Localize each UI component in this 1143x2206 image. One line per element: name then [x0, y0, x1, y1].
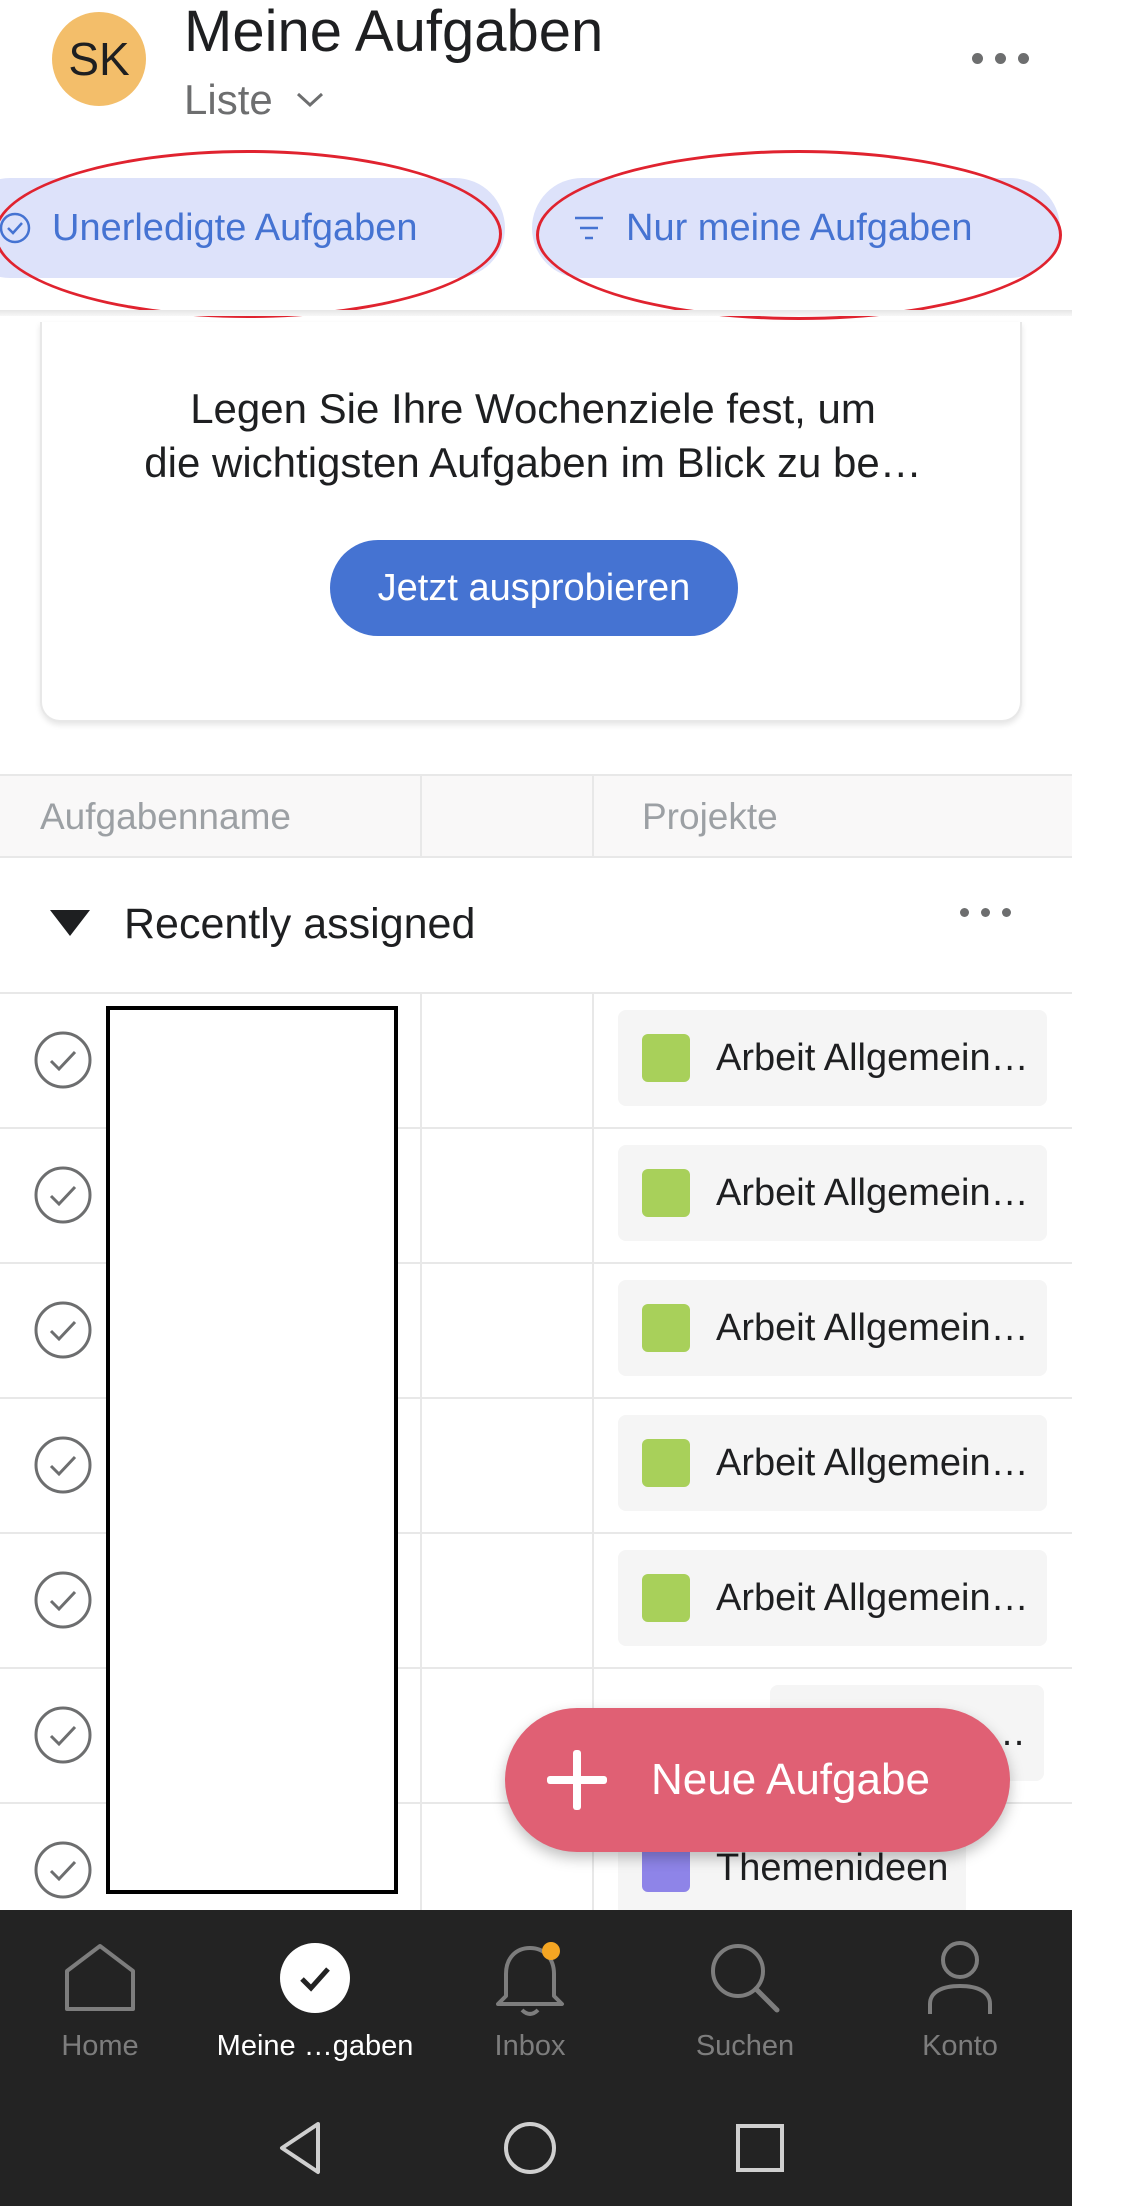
dot: [960, 908, 969, 917]
bell-icon: [488, 1936, 572, 2020]
nav-tab-inbox[interactable]: Inbox: [430, 1936, 630, 2063]
divider: [0, 310, 1072, 316]
nav-tab-account[interactable]: Konto: [860, 1936, 1060, 2063]
view-label: Liste: [184, 76, 273, 123]
nav-tab-search[interactable]: Suchen: [645, 1936, 845, 2063]
try-now-button[interactable]: Jetzt ausprobieren: [330, 540, 738, 636]
collapse-triangle-icon[interactable]: [50, 910, 90, 936]
complete-check-icon[interactable]: [33, 1030, 93, 1090]
nav-tab-label: Home: [61, 2030, 139, 2062]
column-header-projects[interactable]: Projekte: [642, 796, 778, 838]
nav-tab-my-tasks[interactable]: Meine …gaben: [215, 1936, 415, 2063]
app-screen: SK Meine Aufgaben Liste Unerledigte Aufg…: [0, 0, 1072, 2206]
plus-icon: [547, 1750, 607, 1810]
nav-tab-label: Suchen: [695, 2030, 795, 2062]
filter-icon: [572, 211, 606, 245]
dot: [1017, 52, 1029, 64]
project-tag[interactable]: Arbeit Allgemein…: [618, 1145, 1047, 1241]
avatar[interactable]: SK: [52, 12, 146, 106]
column-divider: [420, 776, 422, 858]
view-switcher[interactable]: Liste: [184, 76, 325, 124]
new-task-label: Neue Aufgabe: [651, 1755, 930, 1804]
complete-check-icon[interactable]: [33, 1840, 93, 1900]
project-color-swatch: [642, 1034, 690, 1082]
project-name: Arbeit Allgemein…: [716, 1171, 1029, 1214]
project-name: Arbeit Allgemein…: [716, 1036, 1029, 1079]
search-icon: [703, 1936, 787, 2020]
more-options-button[interactable]: [960, 38, 1040, 78]
project-name: Arbeit Allgemein…: [716, 1576, 1029, 1619]
goals-card-line: Legen Sie Ihre Wochenziele fest, um: [190, 385, 876, 432]
dot: [971, 52, 983, 64]
nav-tab-home[interactable]: Home: [0, 1936, 200, 2063]
page-title: Meine Aufgaben: [184, 0, 604, 64]
filter-chip-incomplete[interactable]: Unerledigte Aufgaben: [0, 178, 505, 278]
dot: [994, 52, 1006, 64]
complete-check-icon[interactable]: [33, 1435, 93, 1495]
weekly-goals-card: Legen Sie Ihre Wochenziele fest, um die …: [40, 322, 1022, 722]
person-icon: [918, 1936, 1002, 2020]
section-more-button[interactable]: [960, 908, 1011, 917]
complete-check-icon[interactable]: [33, 1165, 93, 1225]
complete-check-icon[interactable]: [33, 1300, 93, 1360]
home-circle-icon[interactable]: [500, 2118, 560, 2178]
project-color-swatch: [642, 1439, 690, 1487]
avatar-initials: SK: [68, 33, 130, 85]
project-color-swatch: [642, 1574, 690, 1622]
filter-chip-label: Unerledigte Aufgaben: [52, 206, 418, 249]
dot: [981, 908, 990, 917]
project-name: Arbeit Allgemein…: [716, 1306, 1029, 1349]
project-color-swatch: [642, 1169, 690, 1217]
table-header: Aufgabenname Projekte: [0, 774, 1072, 858]
check-icon: [273, 1936, 357, 2020]
section-title: Recently assigned: [124, 900, 476, 948]
system-navigation-bar: [0, 2090, 1072, 2206]
column-divider: [592, 776, 594, 858]
new-task-button[interactable]: Neue Aufgabe: [505, 1708, 1010, 1852]
bottom-navigation: Home Meine …gaben Inbox Suchen Konto: [0, 1910, 1072, 2206]
project-tag[interactable]: Arbeit Allgemein…: [618, 1280, 1047, 1376]
column-header-task-name[interactable]: Aufgabenname: [40, 796, 291, 838]
project-tag[interactable]: Arbeit Allgemein…: [618, 1010, 1047, 1106]
complete-check-icon[interactable]: [33, 1570, 93, 1630]
section-header[interactable]: Recently assigned: [0, 858, 1072, 994]
nav-tab-label: Konto: [922, 2030, 998, 2062]
redacted-task-names: [106, 1006, 398, 1894]
project-name: Themenideen: [716, 1846, 949, 1889]
home-icon: [58, 1936, 142, 2020]
check-circle-icon: [0, 211, 32, 245]
goals-card-text: Legen Sie Ihre Wochenziele fest, um die …: [42, 382, 1024, 490]
page-margin: [1072, 0, 1143, 2206]
complete-check-icon[interactable]: [33, 1705, 93, 1765]
column-divider: [420, 994, 422, 1910]
project-name: Arbeit Allgemein…: [716, 1441, 1029, 1484]
filter-chip-label: Nur meine Aufgaben: [626, 206, 973, 249]
back-icon[interactable]: [270, 2118, 330, 2178]
notification-badge: [542, 1942, 560, 1960]
goals-card-line: die wichtigsten Aufgaben im Blick zu be…: [144, 439, 922, 486]
recents-square-icon[interactable]: [730, 2118, 790, 2178]
project-tag[interactable]: Arbeit Allgemein…: [618, 1550, 1047, 1646]
nav-tab-label: Meine …gaben: [216, 2030, 414, 2062]
nav-tab-label: Inbox: [494, 2030, 566, 2062]
filter-chip-mine[interactable]: Nur meine Aufgaben: [532, 178, 1060, 278]
chevron-down-icon: [295, 91, 325, 109]
project-color-swatch: [642, 1304, 690, 1352]
dot: [1002, 908, 1011, 917]
project-tag[interactable]: Arbeit Allgemein…: [618, 1415, 1047, 1511]
